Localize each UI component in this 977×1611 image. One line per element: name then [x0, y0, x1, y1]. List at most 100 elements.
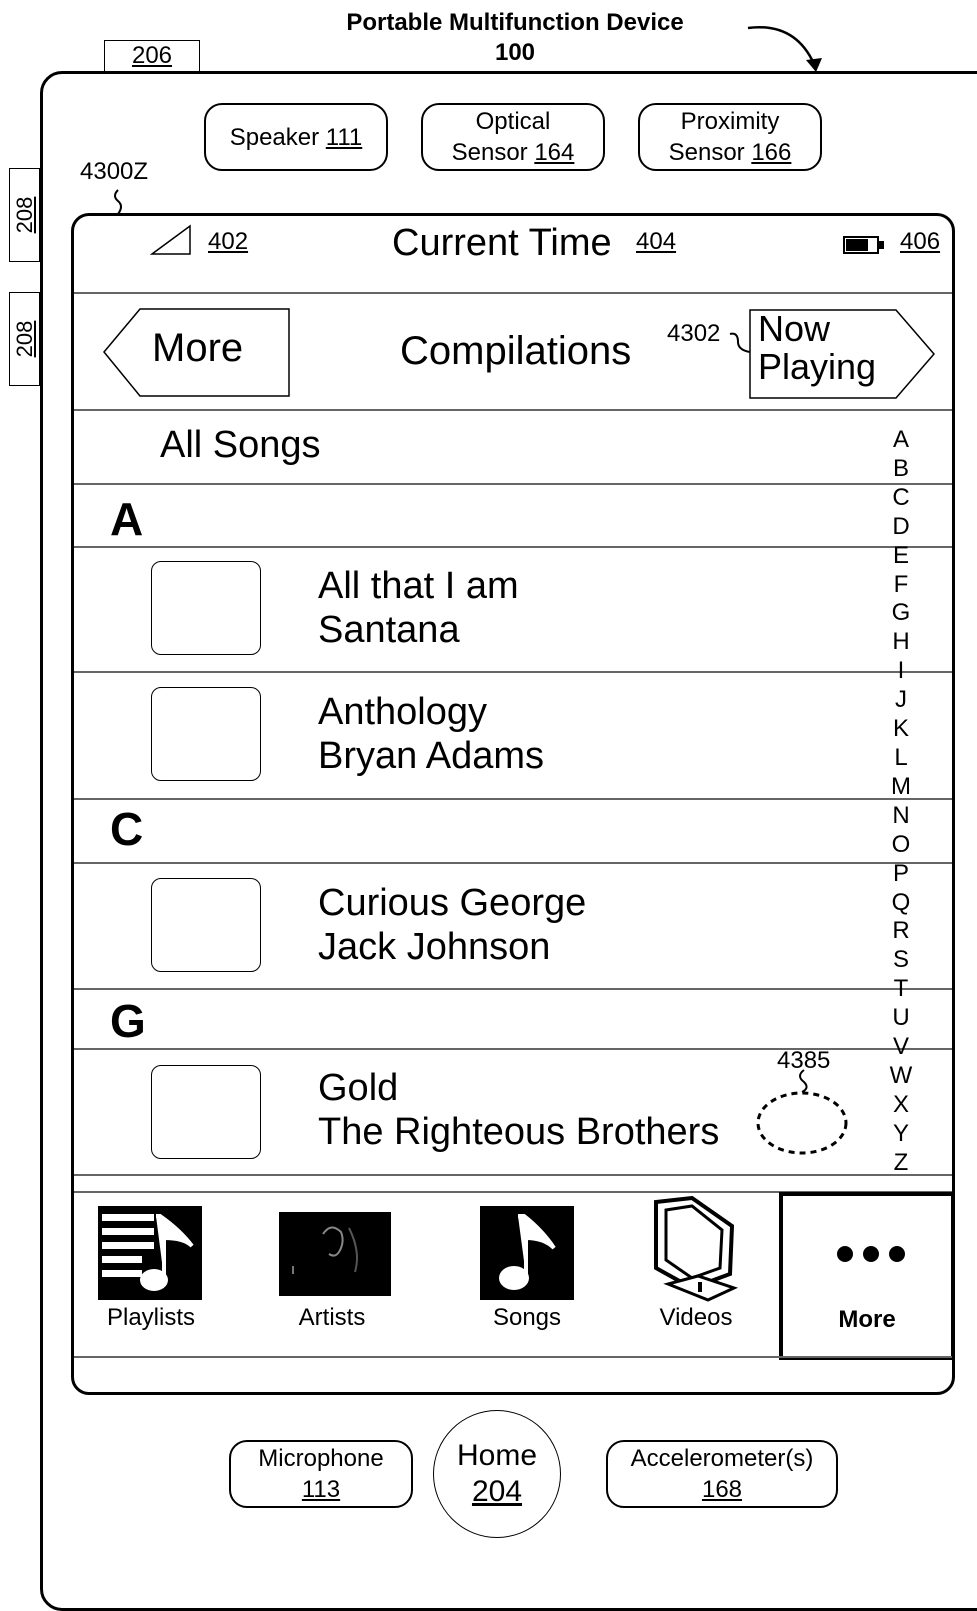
album-art [151, 687, 261, 781]
side-button-upper[interactable]: 208 [9, 168, 40, 262]
index-letter[interactable]: B [886, 455, 916, 484]
tab-songs[interactable]: Songs [452, 1304, 602, 1332]
tab-more-label: More [838, 1306, 896, 1333]
index-letter[interactable]: U [886, 1004, 916, 1033]
speaker: Speaker 111 [204, 103, 388, 171]
tab-playlists[interactable]: Playlists [76, 1304, 226, 1332]
screen-ref: 4300Z [80, 158, 149, 185]
index-letter[interactable]: L [886, 744, 916, 773]
home-ref: 204 [471, 1475, 523, 1508]
now-playing-ref: 4302 [667, 320, 721, 347]
battery-icon [843, 236, 884, 254]
index-letter[interactable]: D [886, 513, 916, 542]
proximity-sensor-label: Proximity [680, 108, 780, 135]
song-title: Curious George [318, 882, 587, 924]
index-letter[interactable]: N [886, 802, 916, 831]
album-art [151, 878, 261, 972]
song-title: All that I am [318, 565, 519, 607]
optical-sensor-label2: Sensor [451, 139, 528, 166]
accelerometer-ref: 168 [701, 1476, 743, 1503]
speaker-label: Speaker [229, 123, 320, 151]
speaker-ref: 111 [325, 123, 363, 151]
leader-squiggle-icon [114, 189, 122, 215]
battery-ref: 406 [900, 228, 941, 255]
microphone-ref: 113 [301, 1476, 341, 1503]
ref-206: 206 [104, 40, 200, 73]
pointer-arrow-icon [747, 26, 822, 72]
song-artist: The Righteous Brothers [318, 1111, 720, 1153]
index-letter[interactable]: G [886, 599, 916, 628]
list-item[interactable]: Curious George Jack Johnson [318, 881, 586, 969]
section-header-c: C [110, 803, 144, 855]
accelerometer: Accelerometer(s) 168 [606, 1440, 838, 1508]
alphabet-index[interactable]: ABCDEFGHIJKLMNOPQRSTUVWXYZ [886, 426, 916, 1178]
side-button-ref: 208 [11, 320, 37, 358]
time-ref: 404 [636, 228, 677, 255]
proximity-sensor: Proximity Sensor 166 [638, 103, 822, 171]
index-letter[interactable]: X [886, 1091, 916, 1120]
now-playing-line2: Playing [758, 346, 877, 387]
section-header-g: G [110, 995, 146, 1047]
device-title: Portable Multifunction Device 100 [300, 8, 730, 68]
index-letter[interactable]: J [886, 686, 916, 715]
tab-more[interactable]: More [779, 1192, 952, 1360]
list-item[interactable]: Anthology Bryan Adams [318, 690, 544, 778]
all-songs-row[interactable]: All Songs [160, 424, 321, 467]
index-letter[interactable]: Q [886, 889, 916, 918]
current-time: Current Time [392, 222, 612, 264]
microphone: Microphone 113 [229, 1440, 413, 1508]
home-button[interactable]: Home 204 [433, 1410, 561, 1538]
section-header-a: A [110, 493, 144, 545]
index-letter[interactable]: K [886, 715, 916, 744]
index-letter[interactable]: E [886, 542, 916, 571]
side-button-ref: 208 [11, 196, 37, 234]
list-item[interactable]: Gold The Righteous Brothers [318, 1066, 719, 1154]
tab-artists[interactable]: Artists [257, 1304, 407, 1332]
index-letter[interactable]: W [886, 1062, 916, 1091]
song-artist: Jack Johnson [318, 926, 551, 968]
nav-title: Compilations [400, 329, 632, 373]
touch-screen[interactable]: 402 Current Time 404 406 More Compilatio… [71, 213, 955, 1395]
home-label: Home [456, 1439, 538, 1472]
index-letter[interactable]: V [886, 1033, 916, 1062]
accelerometer-label: Accelerometer(s) [630, 1445, 814, 1472]
ellipsis-icon [837, 1246, 905, 1262]
device-title-text: Portable Multifunction Device [346, 9, 684, 36]
index-letter[interactable]: Y [886, 1120, 916, 1149]
song-title: Gold [318, 1067, 399, 1109]
index-letter[interactable]: I [886, 657, 916, 686]
index-letter[interactable]: P [886, 860, 916, 889]
song-artist: Bryan Adams [318, 735, 544, 777]
album-art [151, 561, 261, 655]
optical-sensor: Optical Sensor 164 [421, 103, 605, 171]
index-letter[interactable]: R [886, 917, 916, 946]
now-playing-label: Now Playing [758, 310, 876, 386]
index-letter[interactable]: Z [886, 1149, 916, 1178]
signal-strength-icon [150, 224, 191, 255]
index-letter[interactable]: C [886, 484, 916, 513]
music-note-icon [480, 1206, 574, 1300]
index-letter[interactable]: F [886, 571, 916, 600]
index-letter[interactable]: S [886, 946, 916, 975]
side-button-lower[interactable]: 208 [9, 292, 40, 386]
song-title: Anthology [318, 691, 488, 733]
playlist-icon [98, 1206, 202, 1300]
proximity-sensor-ref: 166 [751, 139, 792, 166]
index-letter[interactable]: H [886, 628, 916, 657]
album-art [151, 1065, 261, 1159]
proximity-sensor-label2: Sensor [668, 139, 745, 166]
index-letter[interactable]: O [886, 831, 916, 860]
microphone-label: Microphone [258, 1445, 384, 1472]
now-playing-line1: Now [758, 308, 831, 349]
signal-ref: 402 [208, 228, 249, 255]
tab-videos[interactable]: Videos [621, 1304, 771, 1332]
list-item[interactable]: All that I am Santana [318, 564, 519, 652]
optical-sensor-label: Optical [475, 108, 551, 135]
device-ref: 100 [494, 39, 536, 66]
finger-gesture-icon [756, 1069, 848, 1155]
back-button-label: More [152, 326, 244, 370]
index-letter[interactable]: A [886, 426, 916, 455]
tv-icon [654, 1196, 739, 1302]
index-letter[interactable]: T [886, 975, 916, 1004]
index-letter[interactable]: M [886, 773, 916, 802]
